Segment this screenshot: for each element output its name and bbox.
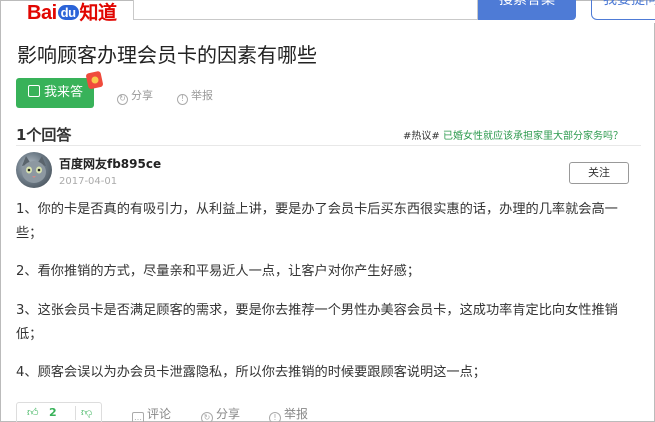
vote-separator [75,406,76,420]
avatar[interactable] [16,152,52,188]
answer-paragraph: 4、顾客会误以为办会员卡泄露隐私，所以你去推销的时候要跟顾客说明这一点； [16,365,486,380]
red-packet-icon[interactable] [85,71,105,89]
ask-question-button[interactable]: 我要提问 [591,0,655,20]
thumb-up-icon[interactable]: 👍︎ [27,406,39,419]
username[interactable]: 百度网友fb895ce [59,155,161,172]
answer-report-button[interactable]: ! 举报 [269,405,308,422]
hot-tag: #热议# [403,131,440,142]
answer-paragraph: 3、这张会员卡是否满足顾客的需求，要是你去推荐一个男性办美容会员卡，这成功率肯定… [16,303,618,342]
follow-button[interactable]: 关注 [569,162,629,184]
edit-icon [28,85,40,97]
divider [16,145,641,146]
answer-paragraph: 1、你的卡是否真的有吸引力，从利益上讲，要是办了会员卡后买东西很实惠的话，办理的… [16,202,618,241]
hot-topic-text[interactable]: 已婚女性就应该承担家里大部分家务吗？ [443,131,623,142]
question-report-button[interactable]: ! 举报 [177,87,213,105]
report-icon: ! [269,412,281,422]
search-answer-button[interactable]: 搜索答案 [478,0,576,20]
hot-topic-link[interactable]: #热议# 已婚女性就应该承担家里大部分家务吗？ [403,127,623,142]
logo-bai: Bai [27,2,57,24]
upvote-count: 2 [49,406,57,419]
comment-icon: … [132,412,144,422]
thumb-down-icon[interactable]: 👎︎ [81,406,92,419]
report-icon: ! [177,94,188,105]
share-icon: ↻ [201,412,213,422]
answer-button[interactable]: 我来答 [16,78,94,108]
comment-button[interactable]: … 评论 [132,405,171,422]
search-input[interactable] [133,0,478,20]
logo-du: du [57,5,79,20]
question-title: 影响顾客办理会员卡的因素有哪些 [17,43,317,67]
vote-box: 👍︎ 2 👎︎ [16,402,102,422]
logo-zhidao: 知道 [79,3,118,24]
top-bar: Bai du 知道 搜索答案 我要提问 [1,0,655,25]
question-share-button[interactable]: ↻ 分享 [117,87,153,105]
answer-paragraph: 2、看你推销的方式，尽量亲和平易近人一点，让客户对你产生好感； [16,264,421,279]
baidu-zhidao-logo[interactable]: Bai du 知道 [27,0,117,25]
answer-button-label: 我来答 [44,85,84,100]
answer-date: 2017-04-01 [59,176,118,187]
answer-share-button[interactable]: ↻ 分享 [201,405,240,422]
answer-count: 1个回答 [16,126,72,144]
share-icon: ↻ [117,94,128,105]
